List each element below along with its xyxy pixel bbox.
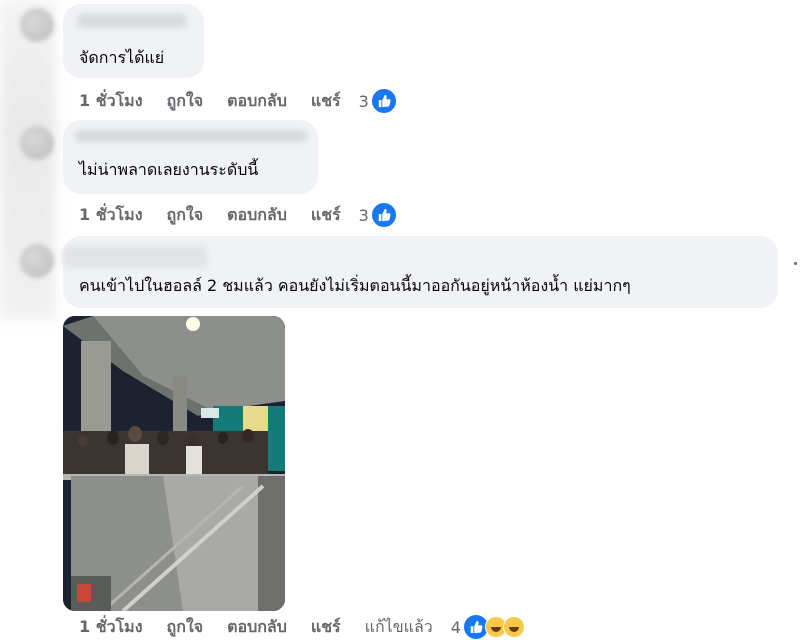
- comment-actions: 1 ชั่วโมง ถูกใจ ตอบกลับ แชร์ 3: [79, 202, 397, 228]
- share-button[interactable]: แชร์: [311, 615, 341, 640]
- like-icon[interactable]: [370, 88, 397, 114]
- comment-time[interactable]: 1 ชั่วโมง: [79, 203, 143, 228]
- comment-text: ไม่น่าพลาดเลยงานระดับนี้: [79, 160, 259, 179]
- comment-actions: 1 ชั่วโมง ถูกใจ ตอบกลับ แชร์ 3: [79, 88, 397, 114]
- commenter-avatar[interactable]: [20, 8, 54, 42]
- reply-button[interactable]: ตอบกลับ: [227, 615, 287, 640]
- reaction-count[interactable]: 3: [359, 206, 369, 225]
- edited-label[interactable]: แก้ไขแล้ว: [365, 615, 433, 640]
- comment-time[interactable]: 1 ชั่วโมง: [79, 615, 143, 640]
- care-icon[interactable]: [502, 616, 525, 638]
- reply-button[interactable]: ตอบกลับ: [227, 203, 287, 228]
- more-options-icon[interactable]: [794, 262, 797, 265]
- like-button[interactable]: ถูกใจ: [167, 203, 204, 228]
- commenter-name[interactable]: [75, 130, 307, 142]
- comment-bubble: คนเข้าไปในฮอลล์ 2 ชมแล้ว คอนยังไม่เริ่มต…: [63, 236, 778, 308]
- share-button[interactable]: แชร์: [311, 203, 341, 228]
- photo-image: [63, 316, 285, 611]
- share-button[interactable]: แชร์: [311, 89, 341, 114]
- like-button[interactable]: ถูกใจ: [167, 89, 204, 114]
- reaction-count[interactable]: 3: [359, 92, 369, 111]
- reaction-count[interactable]: 4: [451, 618, 461, 637]
- comment-time[interactable]: 1 ชั่วโมง: [79, 89, 143, 114]
- reply-button[interactable]: ตอบกลับ: [227, 89, 287, 114]
- comment-actions: 1 ชั่วโมง ถูกใจ ตอบกลับ แชร์ แก้ไขแล้ว 4: [79, 614, 525, 640]
- comment-bubble: จัดการได้แย่: [63, 4, 204, 78]
- comment-text: คนเข้าไปในฮอลล์ 2 ชมแล้ว คอนยังไม่เริ่มต…: [79, 276, 631, 295]
- comment-text: จัดการได้แย่: [79, 48, 165, 67]
- commenter-name[interactable]: [63, 246, 208, 268]
- comment-photo[interactable]: [63, 316, 285, 611]
- like-icon[interactable]: [370, 202, 397, 228]
- commenter-name[interactable]: [77, 14, 187, 28]
- like-button[interactable]: ถูกใจ: [167, 615, 204, 640]
- commenter-avatar[interactable]: [20, 244, 54, 278]
- commenter-avatar[interactable]: [20, 126, 54, 160]
- comment-bubble: ไม่น่าพลาดเลยงานระดับนี้: [63, 120, 318, 194]
